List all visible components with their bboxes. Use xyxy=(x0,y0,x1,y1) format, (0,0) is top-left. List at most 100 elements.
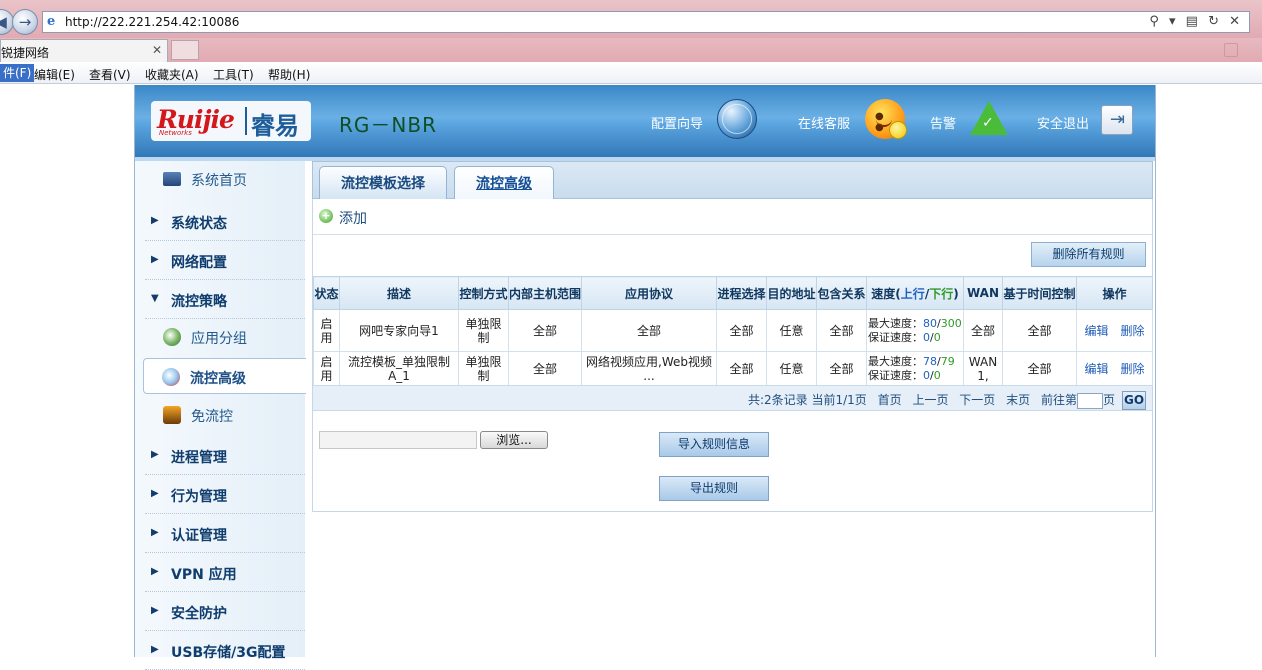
sidebar-group-label: USB存储/3G配置 xyxy=(171,645,286,661)
cell-protocol: 网络视频应用,Web视频 ... xyxy=(581,351,717,386)
sidebar-group-behavior-mgmt[interactable]: ▶ 行为管理 xyxy=(145,476,305,514)
sidebar-item-no-flow-control[interactable]: 免流控 xyxy=(145,397,305,433)
page-number-input[interactable] xyxy=(1076,392,1103,409)
max-speed-up: 78 xyxy=(923,354,937,368)
first-page-link[interactable]: 首页 xyxy=(878,393,902,407)
browser-menu-bar: 件(F) 编辑(E) 查看(V) 收藏夹(A) 工具(T) 帮助(H) xyxy=(0,62,1262,84)
guaranteed-speed-up: 0 xyxy=(923,368,930,382)
edit-rule-link[interactable]: 编辑 xyxy=(1084,324,1108,338)
new-tab-button[interactable] xyxy=(171,40,199,60)
edit-rule-link[interactable]: 编辑 xyxy=(1084,362,1108,376)
sidebar-group-vpn[interactable]: ▶ VPN 应用 xyxy=(145,554,305,592)
go-button[interactable]: GO xyxy=(1122,391,1146,410)
cell-host-range: 全部 xyxy=(508,309,582,352)
delete-rule-link[interactable]: 删除 xyxy=(1121,324,1145,338)
app-group-icon xyxy=(163,328,181,346)
address-bar[interactable]: e http://222.221.254.42:10086 ⚲ ▾ ▤ ↻ ✕ xyxy=(42,11,1250,33)
tab-flow-advanced[interactable]: 流控高级 xyxy=(454,166,554,201)
chevron-right-icon: ▶ xyxy=(151,605,159,616)
address-tools-icons[interactable]: ⚲ ▾ ▤ ↻ ✕ xyxy=(1149,14,1243,29)
browser-tab-row: 锐捷网络 ✕ xyxy=(0,38,1262,62)
logout-link[interactable]: 安全退出 xyxy=(1037,113,1089,132)
logout-door-icon[interactable]: ⇥ xyxy=(1101,105,1133,135)
col-wan: WAN xyxy=(963,276,1003,310)
goto-suffix: 页 xyxy=(1102,393,1115,407)
browser-window-icon[interactable] xyxy=(1224,43,1238,57)
browse-button[interactable]: 浏览... xyxy=(480,431,548,449)
browser-tab-active[interactable]: 锐捷网络 ✕ xyxy=(0,39,168,62)
max-speed-label: 最大速度： xyxy=(868,316,923,330)
guaranteed-speed-label: 保证速度： xyxy=(868,368,923,382)
sidebar-group-flow-policy[interactable]: ▼ 流控策略 xyxy=(145,281,305,319)
globe-icon[interactable] xyxy=(717,99,757,139)
sidebar-sub-label: 应用分组 xyxy=(191,331,247,347)
menu-favorites[interactable]: 收藏夹(A) xyxy=(145,66,199,83)
sidebar-item-app-groups[interactable]: 应用分组 xyxy=(145,319,305,355)
exit-arrow-icon: ⇥ xyxy=(1110,109,1126,130)
sidebar-group-label: VPN 应用 xyxy=(171,567,237,583)
menu-tools[interactable]: 工具(T) xyxy=(213,66,254,83)
col-status: 状态 xyxy=(313,276,340,310)
cell-destination: 任意 xyxy=(766,309,817,352)
chevron-right-icon: ▶ xyxy=(151,644,159,655)
delete-all-rules-button[interactable]: 删除所有规则 xyxy=(1031,242,1146,267)
cell-description: 流控模板_单独限制A_1 xyxy=(339,351,459,386)
max-speed-label: 最大速度： xyxy=(868,354,923,368)
table-header-row: 状态 描述 控制方式 内部主机范围 应用协议 进程选择 目的地址 包含关系 速度… xyxy=(313,276,1153,310)
sidebar-group-auth-mgmt[interactable]: ▶ 认证管理 xyxy=(145,515,305,553)
prev-page-link[interactable]: 上一页 xyxy=(912,393,948,407)
goto-prefix: 前往第 xyxy=(1040,393,1077,407)
cell-include: 全部 xyxy=(816,351,867,386)
cell-actions: 编辑 删除 xyxy=(1076,351,1153,386)
sidebar-group-network-config[interactable]: ▶ 网络配置 xyxy=(145,242,305,280)
menu-file[interactable]: 件(F) xyxy=(0,64,35,82)
delete-rule-link[interactable]: 删除 xyxy=(1121,362,1145,376)
sidebar-group-usb-3g[interactable]: ▶ USB存储/3G配置 xyxy=(145,632,305,670)
add-toolbar: + 添加 xyxy=(313,199,1152,235)
rules-table: 状态 描述 控制方式 内部主机范围 应用协议 进程选择 目的地址 包含关系 速度… xyxy=(313,276,1153,386)
menu-help[interactable]: 帮助(H) xyxy=(268,66,310,83)
logo-cn-text: 睿易 xyxy=(251,112,299,140)
last-page-link[interactable]: 末页 xyxy=(1006,393,1030,407)
online-support-link[interactable]: 在线客服 xyxy=(798,113,850,132)
config-wizard-link[interactable]: 配置向导 xyxy=(651,113,703,132)
sidebar-group-process-mgmt[interactable]: ▶ 进程管理 xyxy=(145,437,305,475)
forward-button[interactable]: → xyxy=(12,9,38,35)
menu-edit[interactable]: 编辑(E) xyxy=(34,66,75,83)
sidebar-group-security[interactable]: ▶ 安全防护 xyxy=(145,593,305,631)
cell-description: 网吧专家向导1 xyxy=(339,309,459,352)
cell-speed: 最大速度：78/79 保证速度：0/0 xyxy=(866,351,964,386)
next-page-link[interactable]: 下一页 xyxy=(959,393,995,407)
speed-suffix: ) xyxy=(953,286,959,301)
header-banner: Ruijie Networks 睿易 RG－NBR 配置向导 在线客服 ● ● … xyxy=(135,85,1155,157)
cell-control-mode: 单独限制 xyxy=(458,351,509,386)
cell-process: 全部 xyxy=(716,309,767,352)
logo-divider xyxy=(245,107,247,135)
speed-down-label: 下行 xyxy=(929,286,954,301)
menu-view[interactable]: 查看(V) xyxy=(89,66,131,83)
col-speed: 速度(上行/下行) xyxy=(866,276,964,310)
cell-control-mode: 单独限制 xyxy=(458,309,509,352)
alert-triangle-icon[interactable]: ✓ xyxy=(970,101,1010,141)
alert-link[interactable]: 告警 xyxy=(930,113,956,132)
sidebar-item-flow-advanced[interactable]: 流控高级 xyxy=(143,358,306,394)
import-rules-button[interactable]: 导入规则信息 xyxy=(659,432,769,457)
import-file-input[interactable] xyxy=(319,431,477,449)
col-protocol: 应用协议 xyxy=(581,276,717,310)
guaranteed-speed-up: 0 xyxy=(923,330,930,344)
sidebar-item-home[interactable]: 系统首页 xyxy=(145,161,305,197)
close-tab-icon[interactable]: ✕ xyxy=(152,43,162,57)
sidebar-group-label: 系统状态 xyxy=(171,216,227,232)
sidebar-home-label: 系统首页 xyxy=(191,173,247,189)
sidebar-sub-label: 免流控 xyxy=(191,409,233,425)
export-rules-button[interactable]: 导出规则 xyxy=(659,476,769,501)
tab-flow-template[interactable]: 流控模板选择 xyxy=(319,166,447,200)
rules-panel: + 添加 删除所有规则 状态 描述 控制方式 内部主机范围 应用协议 进程选择 … xyxy=(312,199,1153,512)
add-rule-link[interactable]: 添加 xyxy=(339,208,367,228)
small-smiley-icon xyxy=(889,121,907,139)
address-url[interactable]: http://222.221.254.42:10086 xyxy=(65,15,239,29)
max-speed-down: 79 xyxy=(940,354,955,368)
sidebar-group-system-status[interactable]: ▶ 系统状态 xyxy=(145,203,305,241)
add-icon[interactable]: + xyxy=(319,209,333,223)
support-smiley-icon[interactable]: ● ● xyxy=(865,99,907,139)
